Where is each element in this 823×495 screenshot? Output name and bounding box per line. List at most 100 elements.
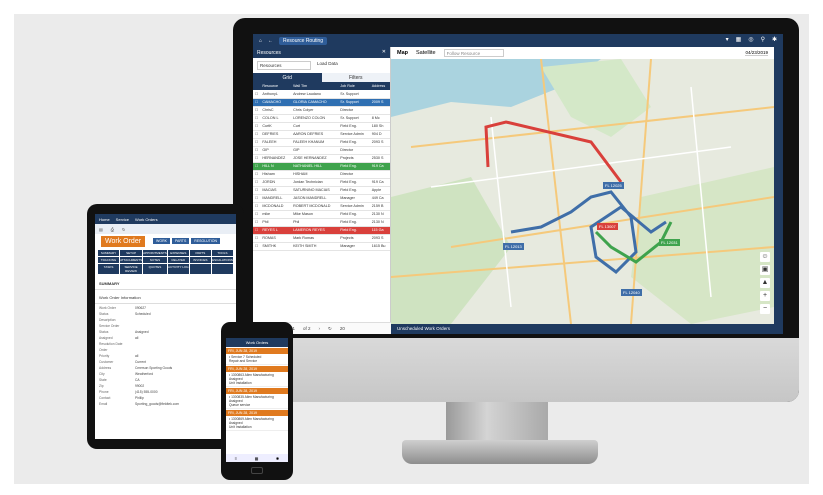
tablet-section-button[interactable]: EXPENSES: [167, 250, 189, 256]
table-row[interactable]: ☐ ROMAS Mark Romas Projects 2093 S: [253, 234, 390, 243]
per-page-select[interactable]: 20: [340, 326, 345, 331]
layers-icon[interactable]: ▣: [760, 265, 770, 275]
row-checkbox[interactable]: ☐: [253, 90, 261, 99]
resolution-chip[interactable]: RESOLUTION: [191, 238, 221, 244]
table-row[interactable]: ☐ HERNANDEZ JOSE HERNANDEZ Projects 2530 S: [253, 154, 390, 163]
search-icon[interactable]: ⚲: [761, 36, 765, 43]
tablet-section-button[interactable]: ESCALATIONS: [211, 257, 233, 263]
table-row[interactable]: ☐ CAMACHO GLORIA CAMACHO Sr. Support 2009 S: [253, 98, 390, 107]
table-row[interactable]: ☐ DEFRIES AARON DEFRIES Service Admin 904 D: [253, 130, 390, 139]
chevron-down-icon[interactable]: ▾: [726, 36, 729, 43]
table-row[interactable]: ☐ MACIAS SATURNINO MACIAS Field Eng. Apple: [253, 186, 390, 195]
row-checkbox[interactable]: ☐: [253, 234, 261, 243]
row-checkbox[interactable]: ☐: [253, 106, 261, 115]
table-row[interactable]: ☐ mike Mike Mason Field Eng. 2130 N: [253, 210, 390, 219]
table-row[interactable]: ☐ JORDN Jordan Technician Field Eng. 919 Ca: [253, 178, 390, 187]
calendar-icon[interactable]: ▦: [255, 456, 259, 461]
table-row[interactable]: ☐ MANDRELL JASON MANDRELL Manager 449 Ca: [253, 194, 390, 203]
close-icon[interactable]: ✕: [382, 49, 386, 55]
tablet-section-button[interactable]: [189, 264, 211, 274]
tab-satellite[interactable]: Satellite: [416, 50, 436, 56]
table-row[interactable]: ☐ HILL N NATHANIEL HILL Field Eng. 919 Ca: [253, 162, 390, 171]
row-checkbox[interactable]: ☐: [253, 218, 261, 227]
row-checkbox[interactable]: ☐: [253, 170, 261, 179]
summary-section[interactable]: SUMMARY: [95, 278, 236, 290]
column-header[interactable]: Wall Tim: [291, 82, 339, 90]
map-marker[interactable]: FL 12025: [603, 182, 624, 189]
work-chip[interactable]: WORK: [153, 238, 170, 244]
zoom-in-button[interactable]: +: [760, 291, 770, 301]
tablet-nav-service[interactable]: Service: [116, 217, 129, 222]
table-row[interactable]: ☐ Phil Phil Field Eng. 2130 N: [253, 218, 390, 227]
street-view-icon[interactable]: ☺: [760, 252, 770, 262]
row-checkbox[interactable]: ☐: [253, 146, 261, 155]
gear-icon[interactable]: ✱: [772, 36, 777, 43]
row-checkbox[interactable]: ☐: [253, 226, 261, 235]
table-row[interactable]: ☐ ChrisC Chris Colyer Director: [253, 106, 390, 115]
row-checkbox[interactable]: ☐: [253, 114, 261, 123]
tab-resource-routing[interactable]: Resource Routing: [279, 36, 328, 45]
map-marker[interactable]: FL 12040: [621, 289, 642, 296]
globe-icon[interactable]: ◎: [748, 36, 753, 43]
row-checkbox[interactable]: ☐: [253, 130, 261, 139]
map-marker[interactable]: FL 12013: [503, 243, 524, 250]
row-checkbox[interactable]: ☐: [253, 178, 261, 187]
table-row[interactable]: ☐ REYES L LAMERON REYES Field Eng. 115 Ga: [253, 226, 390, 235]
row-checkbox[interactable]: ☐: [253, 194, 261, 203]
tablet-section-button[interactable]: RELATED: [167, 257, 189, 263]
list-item[interactable]: • Service 7 Scheduled Repair and Service: [226, 354, 288, 365]
list-icon[interactable]: ≡: [235, 456, 237, 461]
column-header[interactable]: Resource: [260, 82, 292, 90]
next-page-icon[interactable]: ›: [319, 326, 321, 331]
table-row[interactable]: ☐ Hisham HISHAM Director: [253, 170, 390, 179]
tablet-section-button[interactable]: QUOTES: [143, 264, 167, 274]
tablet-section-button[interactable]: NOTES: [143, 257, 167, 263]
zoom-out-button[interactable]: −: [760, 304, 770, 314]
field-value[interactable]: all: [135, 336, 138, 342]
work-order-info-section[interactable]: Work Order Information: [95, 292, 236, 304]
tab-grid[interactable]: Grid: [253, 73, 322, 82]
date-field[interactable]: 04/23/2019: [745, 50, 768, 56]
tablet-section-button[interactable]: SUMMARY: [98, 250, 120, 256]
tablet-section-button[interactable]: INVOICES: [189, 257, 211, 263]
tablet-section-button[interactable]: TASKS: [98, 264, 120, 274]
tablet-section-button[interactable]: SETUP: [120, 250, 143, 256]
follow-resource-select[interactable]: Follow Resource: [443, 49, 504, 57]
table-row[interactable]: ☐ FALEEH FALEEH KHANUM Field Eng. 2093 S: [253, 138, 390, 147]
column-header[interactable]: Address: [369, 82, 390, 90]
tablet-nav-home[interactable]: Home: [99, 217, 110, 222]
tablet-section-button[interactable]: ATTACHMENTS: [120, 257, 143, 263]
print-icon[interactable]: ⎙: [111, 227, 114, 232]
list-item[interactable]: • 1300863 Allen Manufacturing Assigned Uni…: [226, 372, 288, 387]
field-value[interactable]: Scheduled: [135, 312, 151, 318]
column-header[interactable]: Job Role: [338, 82, 370, 90]
table-row[interactable]: ☐ SMITHK KEITH SMITH Manager 1615 Bu: [253, 242, 390, 251]
tablet-section-button[interactable]: TOOLS: [211, 250, 233, 256]
appointment-queue-rail[interactable]: [774, 47, 783, 334]
row-checkbox[interactable]: ☐: [253, 162, 261, 171]
calendar-icon[interactable]: ▦: [736, 36, 742, 43]
tablet-section-button[interactable]: TRACKING: [98, 257, 120, 263]
save-icon[interactable]: ▤: [99, 227, 103, 232]
load-data-button[interactable]: Load Data: [317, 61, 338, 70]
phone-home-button[interactable]: [251, 467, 263, 474]
list-item[interactable]: • 1300869 Allen Manufacturing Assigned Uni…: [226, 416, 288, 431]
table-row[interactable]: ☐ AnthonyL Andrew Laudano Sr. Support: [253, 90, 390, 99]
tablet-section-button[interactable]: [211, 264, 233, 274]
parts-chip[interactable]: PARTS: [171, 238, 190, 244]
table-row[interactable]: ☐ CurtK Curt Field Eng. 180 Sh: [253, 122, 390, 131]
tablet-section-button[interactable]: ACTIVITY LOG: [167, 264, 189, 274]
tablet-section-button[interactable]: SERVICE REVIEW: [120, 264, 143, 274]
route-map[interactable]: Map Satellite Follow Resource 04/23/2019…: [391, 47, 774, 324]
table-row[interactable]: ☐ COLON L LORENZO COLON Sr. Support 8 Mc: [253, 114, 390, 123]
refresh-icon[interactable]: ↻: [328, 326, 332, 332]
row-checkbox[interactable]: ☐: [253, 122, 261, 131]
list-item[interactable]: • 1300835 Allen Manufacturing Assigned Que…: [226, 394, 288, 409]
row-checkbox[interactable]: ☐: [253, 186, 261, 195]
tablet-nav-work-orders[interactable]: Work Orders: [135, 217, 158, 222]
back-icon[interactable]: ←: [268, 38, 273, 44]
map-marker[interactable]: FL 13007: [597, 223, 618, 230]
table-row[interactable]: ☐ MCDONALD ROBERT MCDONALD Service Admin 215…: [253, 202, 390, 211]
tab-filters[interactable]: Filters: [321, 73, 390, 82]
tab-map[interactable]: Map: [397, 50, 408, 56]
